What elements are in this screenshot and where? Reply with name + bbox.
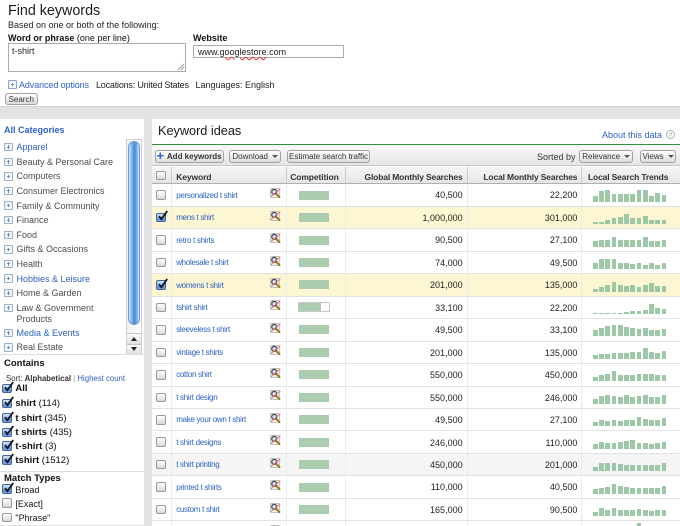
svg-text:?: ? — [668, 132, 672, 139]
